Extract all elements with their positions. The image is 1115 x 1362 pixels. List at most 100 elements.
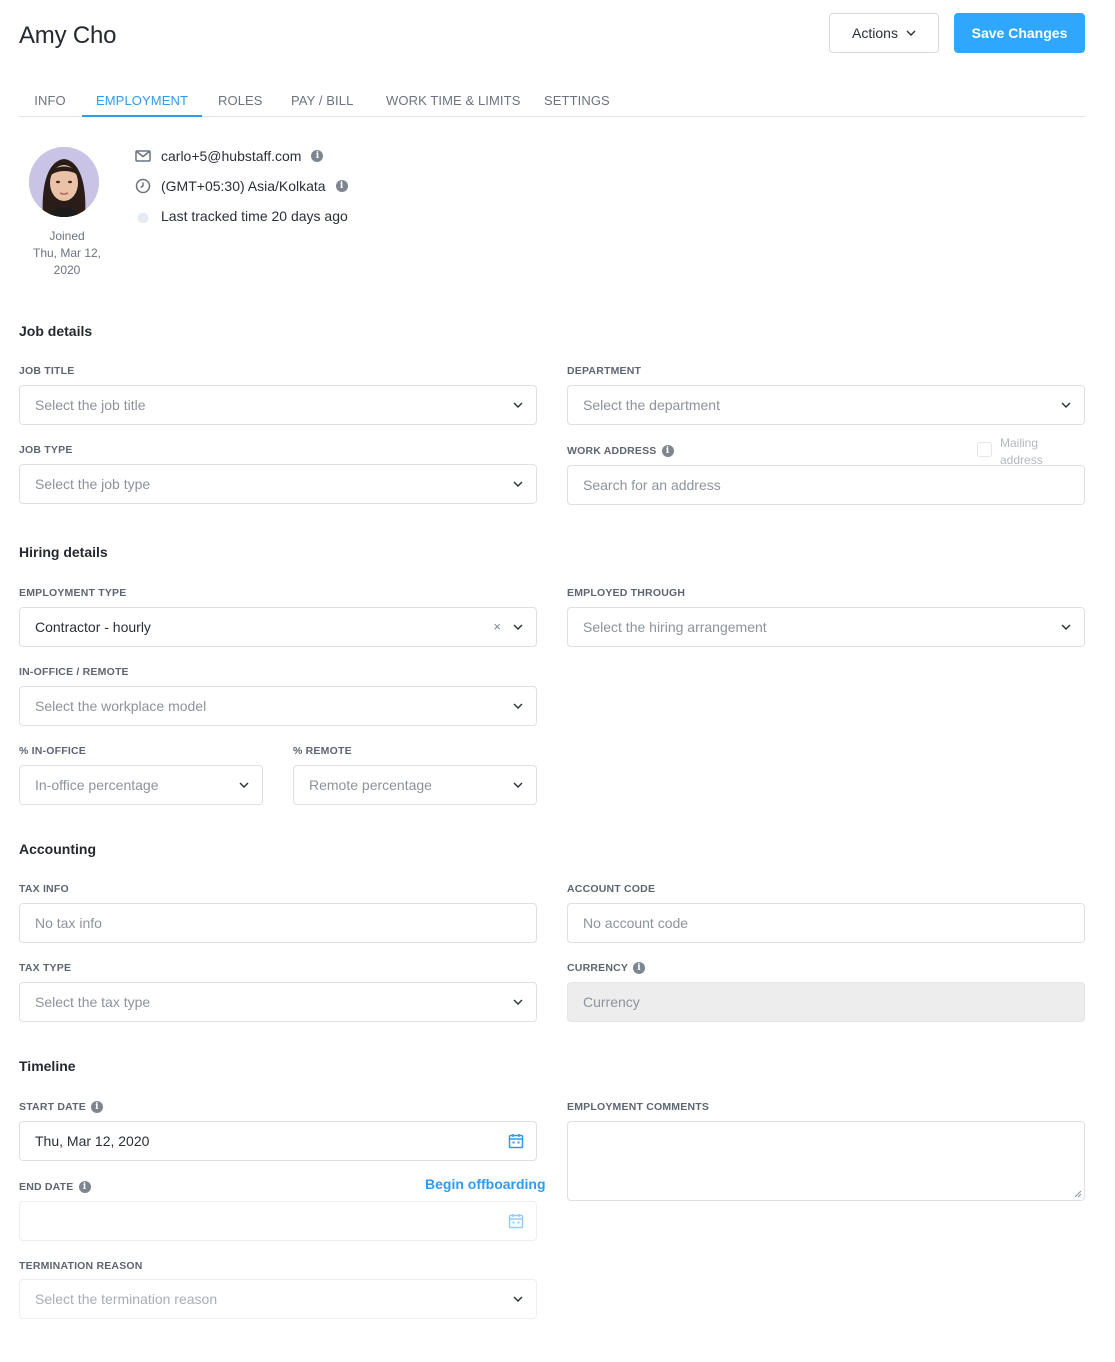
termination-reason-select[interactable]: Select the termination reason: [19, 1279, 537, 1319]
begin-offboarding-link[interactable]: Begin offboarding: [425, 1176, 546, 1192]
info-icon[interactable]: i: [78, 1181, 91, 1193]
start-date-input[interactable]: Thu, Mar 12, 2020: [19, 1121, 537, 1161]
in-office-select[interactable]: In-office percentage: [19, 765, 263, 805]
joined-label: Joined: [49, 229, 85, 243]
info-icon[interactable]: i: [311, 150, 324, 162]
remote-placeholder: Remote percentage: [309, 777, 432, 793]
job-title-placeholder: Select the job title: [35, 397, 146, 413]
clear-icon[interactable]: ×: [493, 619, 501, 634]
chevron-down-icon: [1061, 402, 1071, 408]
remote-select[interactable]: Remote percentage: [293, 765, 537, 805]
section-hiring-details: Hiring details: [19, 544, 108, 560]
section-timeline: Timeline: [19, 1058, 76, 1074]
job-type-label: JOB TYPE: [19, 444, 73, 456]
remote-label: % REMOTE: [293, 745, 352, 757]
chevron-down-icon: [513, 402, 523, 408]
work-address-placeholder: Search for an address: [583, 477, 721, 493]
start-date-label: START DATE i: [19, 1101, 103, 1113]
section-job-details: Job details: [19, 323, 93, 339]
employment-comments-label: EMPLOYMENT COMMENTS: [567, 1101, 710, 1113]
mailing-address-label: Mailing address: [1000, 436, 1043, 467]
calendar-icon[interactable]: [508, 1133, 524, 1149]
tax-info-label: TAX INFO: [19, 883, 69, 895]
tab-employment[interactable]: EMPLOYMENT: [82, 87, 202, 117]
currency-label: CURRENCY i: [567, 962, 646, 974]
start-date-value: Thu, Mar 12, 2020: [35, 1133, 150, 1149]
job-title-select[interactable]: Select the job title: [19, 385, 537, 425]
save-changes-button[interactable]: Save Changes: [954, 13, 1085, 53]
employment-comments-textarea[interactable]: [567, 1121, 1085, 1201]
last-tracked-row: Last tracked time 20 days ago: [134, 207, 348, 225]
chevron-down-icon: [239, 782, 249, 788]
employed-through-placeholder: Select the hiring arrangement: [583, 619, 767, 635]
employed-through-label: EMPLOYED THROUGH: [567, 587, 686, 599]
tax-type-select[interactable]: Select the tax type: [19, 982, 537, 1022]
workplace-placeholder: Select the workplace model: [35, 698, 207, 714]
tax-type-placeholder: Select the tax type: [35, 994, 151, 1010]
tab-bar: INFO EMPLOYMENT ROLES PAY / BILL WORK TI…: [19, 87, 1085, 117]
job-type-select[interactable]: Select the job type: [19, 464, 537, 504]
employment-type-label: EMPLOYMENT TYPE: [19, 587, 127, 599]
employment-type-select[interactable]: Contractor - hourly ×: [19, 607, 537, 647]
department-select[interactable]: Select the department: [567, 385, 1085, 425]
timezone-row: (GMT+05:30) Asia/Kolkata i: [134, 177, 348, 195]
chevron-down-icon: [513, 703, 523, 709]
work-address-label-text: WORK ADDRESS: [567, 445, 657, 457]
resize-handle-icon[interactable]: [1074, 1190, 1082, 1198]
start-date-label-text: START DATE: [19, 1101, 86, 1113]
employment-type-value: Contractor - hourly: [35, 619, 151, 635]
chevron-down-icon: [513, 481, 523, 487]
termination-reason-label: TERMINATION REASON: [19, 1260, 143, 1272]
chevron-down-icon: [513, 624, 523, 630]
chevron-down-icon: [513, 782, 523, 788]
tab-info[interactable]: INFO: [19, 87, 81, 117]
page-title: Amy Cho: [19, 22, 117, 49]
chevron-down-icon: [513, 1296, 523, 1302]
tax-info-placeholder: No tax info: [35, 915, 102, 931]
department-placeholder: Select the department: [583, 397, 720, 413]
email-row: carlo+5@hubstaff.com i: [134, 147, 324, 165]
chevron-down-icon: [513, 999, 523, 1005]
mail-icon: [134, 147, 152, 165]
work-address-label: WORK ADDRESS i: [567, 445, 674, 457]
actions-button[interactable]: Actions: [829, 13, 939, 53]
email-text: carlo+5@hubstaff.com: [161, 148, 302, 164]
tab-roles[interactable]: ROLES: [218, 87, 263, 117]
actions-label: Actions: [852, 25, 898, 41]
tab-work-time-limits[interactable]: WORK TIME & LIMITS: [386, 87, 520, 117]
in-office-placeholder: In-office percentage: [35, 777, 159, 793]
employed-through-select[interactable]: Select the hiring arrangement: [567, 607, 1085, 647]
info-icon[interactable]: i: [90, 1101, 103, 1113]
info-icon[interactable]: i: [335, 180, 348, 192]
chevron-down-icon: [1061, 624, 1071, 630]
currency-field: Currency: [567, 982, 1085, 1022]
department-label: DEPARTMENT: [567, 365, 642, 377]
clock-icon: [134, 177, 152, 195]
workplace-select[interactable]: Select the workplace model: [19, 686, 537, 726]
status-dot-icon: [134, 207, 152, 225]
account-code-label: ACCOUNT CODE: [567, 883, 656, 895]
in-office-label: % IN-OFFICE: [19, 745, 86, 757]
avatar: [29, 147, 99, 217]
work-address-input[interactable]: Search for an address: [567, 465, 1085, 505]
account-code-placeholder: No account code: [583, 915, 689, 931]
tax-info-input[interactable]: No tax info: [19, 903, 537, 943]
job-title-label: JOB TITLE: [19, 365, 75, 377]
termination-reason-placeholder: Select the termination reason: [35, 1291, 218, 1307]
mailing-address-checkbox[interactable]: [977, 442, 992, 457]
info-icon[interactable]: i: [633, 962, 646, 974]
end-date-input[interactable]: [19, 1201, 537, 1241]
currency-placeholder: Currency: [583, 994, 640, 1010]
end-date-label: END DATE i: [19, 1181, 91, 1193]
tab-settings[interactable]: SETTINGS: [544, 87, 610, 117]
info-icon[interactable]: i: [661, 445, 674, 457]
calendar-icon[interactable]: [508, 1213, 524, 1229]
account-code-input[interactable]: No account code: [567, 903, 1085, 943]
tax-type-label: TAX TYPE: [19, 962, 72, 974]
timezone-text: (GMT+05:30) Asia/Kolkata: [161, 178, 326, 194]
section-accounting: Accounting: [19, 841, 96, 857]
joined-date: Thu, Mar 12, 2020: [32, 246, 102, 277]
chevron-down-icon: [906, 30, 916, 36]
tab-pay-bill[interactable]: PAY / BILL: [291, 87, 353, 117]
joined-info: Joined Thu, Mar 12, 2020: [19, 228, 115, 279]
